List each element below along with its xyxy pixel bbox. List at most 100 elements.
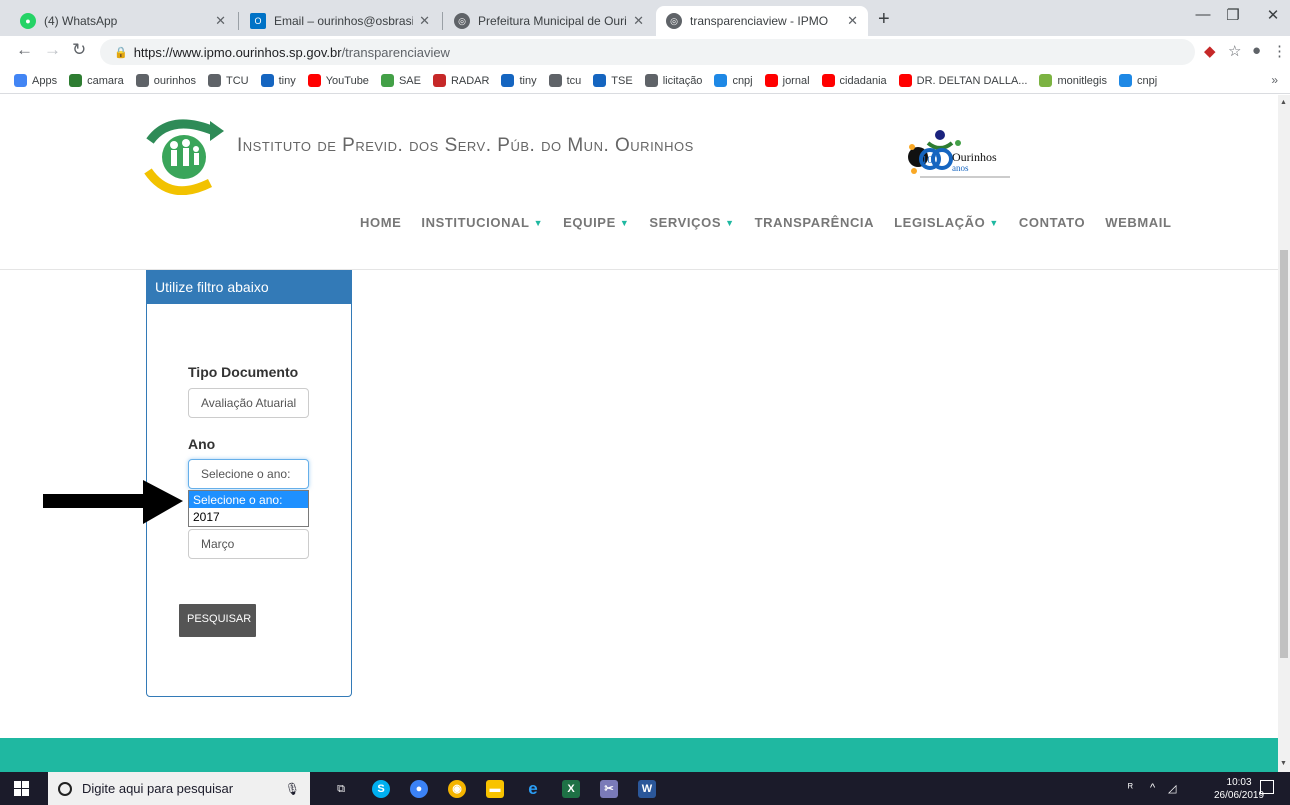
new-tab-button[interactable]: +	[878, 8, 890, 31]
nav-item-servicos[interactable]: SERVIÇOS ▼	[649, 215, 734, 230]
windows-taskbar: Digite aqui para pesquisar 🎙 ⧉ S ● ◉ ▬ e…	[0, 772, 1290, 805]
nav-item-equipe[interactable]: EQUIPE ▼	[563, 215, 629, 230]
tipo-documento-select[interactable]: Avaliação Atuarial	[188, 388, 309, 418]
more-bookmarks-icon[interactable]: »	[1271, 73, 1278, 87]
ano-option[interactable]: Selecione o ano:	[189, 491, 308, 508]
bookmark-item[interactable]: tiny	[501, 74, 537, 87]
url-host: https://www.ipmo.ourinhos.sp.gov.br	[133, 44, 342, 60]
bookmark-label: cnpj	[1137, 74, 1158, 87]
bookmark-item[interactable]: cidadania	[821, 74, 887, 87]
bookmark-label: tcu	[566, 74, 582, 87]
site-page: Instituto de Previd. dos Serv. Púb. do M…	[0, 95, 1278, 772]
network-icon[interactable]: ◿	[1168, 782, 1176, 795]
scroll-down-icon[interactable]: ▼	[1280, 760, 1287, 767]
bookmark-item[interactable]: DR. DELTAN DALLA...	[898, 74, 1028, 87]
nav-item-institucional[interactable]: INSTITUCIONAL ▼	[421, 215, 543, 230]
forward-icon[interactable]: →	[44, 40, 61, 60]
bookmark-item[interactable]: TCU	[207, 74, 249, 87]
tab-whatsapp[interactable]: ● (4) WhatsApp ✕	[10, 6, 236, 36]
bookmark-label: TSE	[611, 74, 633, 87]
chrome-icon[interactable]: ◉	[448, 780, 466, 798]
excel-icon[interactable]: X	[562, 780, 580, 798]
close-tab-icon[interactable]: ✕	[215, 13, 226, 29]
skype-icon[interactable]: S	[372, 780, 390, 798]
bookmark-icon	[380, 74, 394, 87]
snipping-tool-icon[interactable]: ✂	[600, 780, 618, 798]
page-scrollbar[interactable]: ▲ ▼	[1278, 95, 1290, 772]
back-icon[interactable]: ←	[16, 40, 33, 60]
close-window-icon[interactable]: ✕	[1250, 6, 1290, 24]
edge-icon[interactable]: e	[524, 780, 542, 798]
chat-app-icon[interactable]: ●	[410, 780, 428, 798]
footer-teal-bar	[0, 738, 1278, 772]
people-icon[interactable]: ᴿ	[1128, 782, 1133, 794]
ano-select[interactable]: Selecione o ano:	[188, 459, 309, 489]
action-center-icon[interactable]	[1260, 780, 1274, 794]
bookmark-label: DR. DELTAN DALLA...	[916, 74, 1028, 87]
browser-tab-bar: ● (4) WhatsApp ✕ O Email – ourinhos@osbr…	[0, 0, 1290, 36]
nav-item-transparencia[interactable]: TRANSPARÊNCIA	[755, 215, 875, 230]
bookmark-label: SAE	[398, 74, 421, 87]
chevron-down-icon: ▼	[989, 217, 999, 228]
bookmark-item[interactable]: TSE	[593, 74, 633, 87]
bookmark-icon	[714, 74, 728, 87]
bookmark-item[interactable]: tiny	[260, 74, 296, 87]
tipo-documento-label: Tipo Documento	[188, 364, 299, 380]
bookmark-item[interactable]: Apps	[14, 74, 57, 87]
bookmark-item[interactable]: jornal	[764, 74, 810, 87]
bookmark-icon	[1039, 74, 1053, 87]
profile-avatar-icon[interactable]: ●	[1252, 42, 1261, 59]
menu-kebab-icon[interactable]: ⋮	[1272, 42, 1287, 60]
task-view-icon[interactable]: ⧉	[332, 780, 350, 798]
tab-email[interactable]: O Email – ourinhos@osbrasil.org.br ✕	[240, 6, 440, 36]
bookmark-item[interactable]: YouTube	[307, 74, 369, 87]
tray-expand-icon[interactable]: ^	[1150, 782, 1155, 794]
nav-item-label: CONTATO	[1018, 215, 1086, 230]
file-explorer-icon[interactable]: ▬	[486, 780, 504, 798]
scrollbar-thumb[interactable]	[1280, 250, 1288, 658]
anniv-number-text: 100	[922, 154, 939, 166]
bookmark-icon	[307, 74, 321, 87]
bookmark-item[interactable]: cnpj	[1119, 74, 1157, 87]
nav-item-contato[interactable]: CONTATO	[1019, 215, 1085, 230]
close-tab-icon[interactable]: ✕	[419, 13, 430, 29]
extension-icon[interactable]: ◆	[1204, 42, 1216, 60]
bookmark-item[interactable]: tcu	[548, 74, 582, 87]
nav-item-home[interactable]: HOME	[360, 215, 401, 230]
bookmark-label: tiny	[278, 74, 296, 87]
bookmark-label: YouTube	[325, 74, 369, 87]
pesquisar-button[interactable]: PESQUISAR	[179, 604, 256, 637]
bookmark-item[interactable]: SAE	[380, 74, 421, 87]
bookmark-icon	[548, 74, 562, 87]
taskbar-clock[interactable]: 10:03 26/06/2019	[1214, 776, 1264, 802]
bookmark-label: ourinhos	[153, 74, 196, 87]
tab-transparencia[interactable]: ◎ transparenciaview - IPMO ✕	[656, 6, 868, 36]
close-tab-icon[interactable]: ✕	[633, 13, 644, 29]
site-title: Instituto de Previd. dos Serv. Púb. do M…	[237, 135, 694, 157]
close-tab-icon[interactable]: ✕	[847, 13, 858, 29]
bookmark-item[interactable]: ourinhos	[135, 74, 196, 87]
nav-item-label: WEBMAIL	[1105, 215, 1172, 230]
nav-item-legislacao[interactable]: LEGISLAÇÃO ▼	[894, 215, 999, 230]
reload-icon[interactable]: ↻	[72, 40, 86, 60]
bookmark-star-icon[interactable]: ☆	[1228, 42, 1241, 60]
windows-start-icon[interactable]	[14, 781, 29, 796]
address-bar[interactable]: 🔒 https://www.ipmo.ourinhos.sp.gov.br/tr…	[100, 39, 1195, 65]
bookmark-icon	[135, 74, 149, 87]
chevron-down-icon: ▼	[619, 217, 630, 228]
scroll-up-icon[interactable]: ▲	[1280, 99, 1287, 106]
bookmark-item[interactable]: licitação	[644, 74, 702, 87]
tab-prefeitura[interactable]: ◎ Prefeitura Municipal de Ourinhos ✕	[444, 6, 654, 36]
microphone-icon[interactable]: 🎙	[285, 782, 300, 796]
ipmo-logo	[144, 119, 224, 195]
taskbar-search-box[interactable]: Digite aqui para pesquisar 🎙	[48, 772, 310, 805]
bookmark-item[interactable]: RADAR	[432, 74, 489, 87]
word-icon[interactable]: W	[638, 780, 656, 798]
bookmark-item[interactable]: monitlegis	[1039, 74, 1107, 87]
nav-item-webmail[interactable]: WEBMAIL	[1105, 215, 1171, 230]
mes-select[interactable]: Março	[188, 529, 309, 559]
bookmark-item[interactable]: camara	[69, 74, 124, 87]
ano-option[interactable]: 2017	[189, 508, 308, 525]
bookmark-label: monitlegis	[1057, 74, 1107, 87]
bookmark-item[interactable]: cnpj	[714, 74, 753, 87]
